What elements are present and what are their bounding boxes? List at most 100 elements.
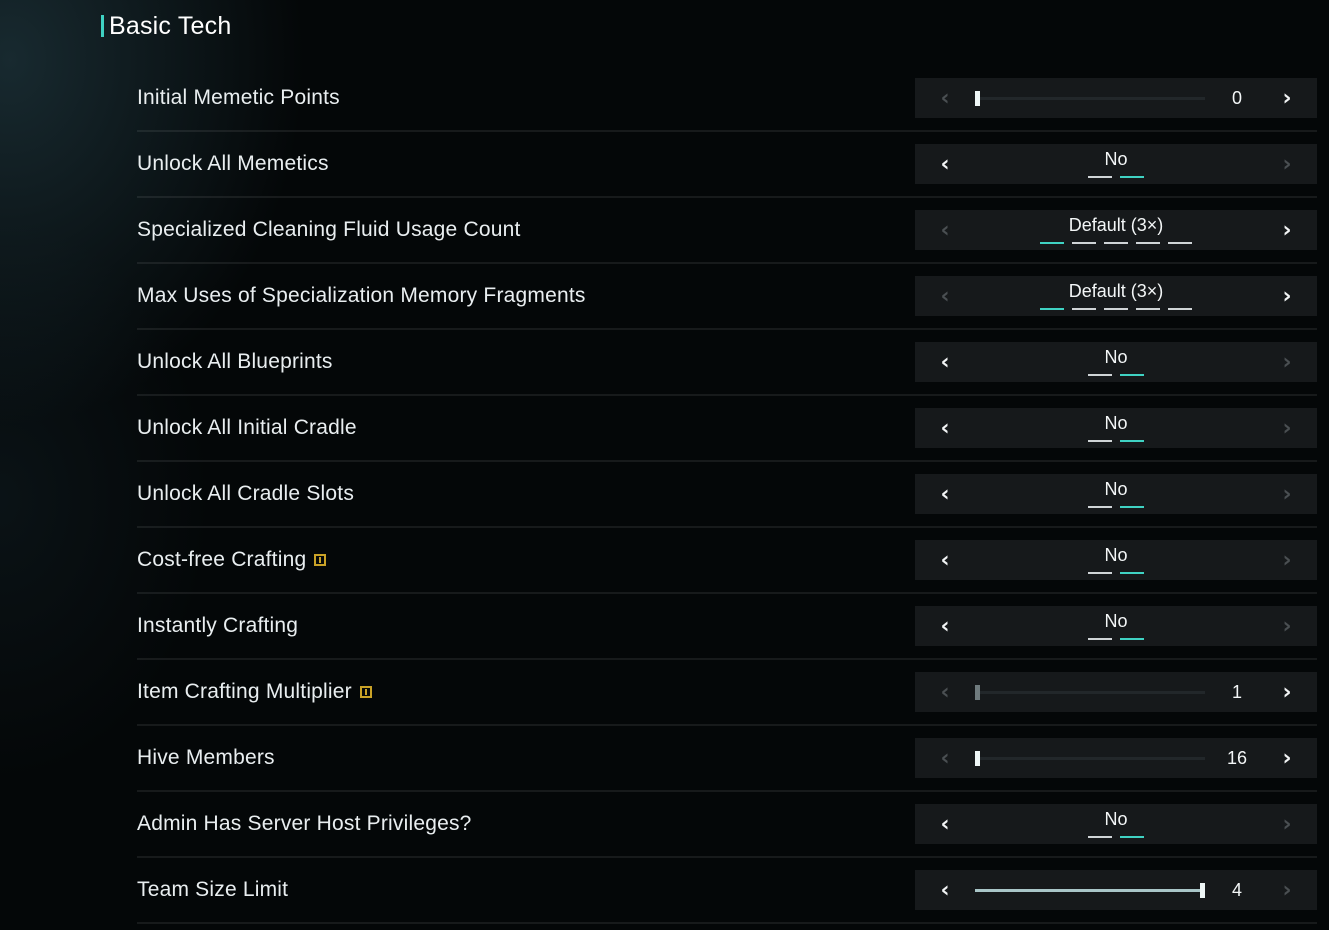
option-selector[interactable]: ‹ › No — [915, 474, 1317, 514]
setting-row: Unlock All Memetics ‹ › No — [137, 132, 1317, 198]
option-indicator — [915, 308, 1317, 310]
option-indicator-dash — [1072, 308, 1096, 310]
setting-row: Instantly Crafting ‹ › No — [137, 594, 1317, 660]
option-selector[interactable]: ‹ › Default (3×) — [915, 276, 1317, 316]
setting-row: Admin Has Server Host Privileges? ‹ › No — [137, 792, 1317, 858]
chevron-left-icon[interactable]: ‹ — [925, 738, 965, 778]
option-indicator-dash — [1040, 242, 1064, 244]
setting-label-text: Admin Has Server Host Privileges? — [137, 812, 472, 835]
slider-thumb[interactable] — [975, 91, 980, 106]
setting-label-text: Team Size Limit — [137, 878, 289, 901]
slider-track[interactable] — [975, 751, 1205, 766]
chevron-right-icon[interactable]: › — [1267, 672, 1307, 712]
setting-label: Unlock All Blueprints — [137, 330, 333, 394]
setting-label: Instantly Crafting — [137, 594, 298, 658]
option-value: Default (3×) — [1068, 281, 1164, 301]
option-indicator-dash — [1120, 176, 1144, 178]
chevron-left-icon[interactable]: ‹ — [925, 78, 965, 118]
option-indicator — [915, 176, 1317, 178]
slider-value: 4 — [1231, 879, 1242, 900]
setting-label: Specialized Cleaning Fluid Usage Count — [137, 198, 521, 262]
slider-fill — [975, 889, 1205, 892]
option-indicator — [915, 242, 1317, 244]
option-selector[interactable]: ‹ › No — [915, 540, 1317, 580]
title-accent-bar — [101, 15, 104, 37]
slider-track[interactable] — [975, 685, 1205, 700]
option-selector[interactable]: ‹ › No — [915, 804, 1317, 844]
slider-track[interactable] — [975, 91, 1205, 106]
slider-thumb[interactable] — [975, 751, 980, 766]
setting-row: Specialized Cleaning Fluid Usage Count ‹ ›… — [137, 198, 1317, 264]
slider-control[interactable]: ‹ › 0 — [915, 78, 1317, 118]
option-indicator-dash — [1120, 506, 1144, 508]
option-indicator-dash — [1104, 308, 1128, 310]
setting-row: Max Uses of Specialization Memory Fragme… — [137, 264, 1317, 330]
setting-label: Unlock All Initial Cradle — [137, 396, 357, 460]
chevron-right-icon[interactable]: › — [1267, 738, 1307, 778]
option-indicator-dash — [1088, 440, 1112, 442]
option-selector[interactable]: ‹ › Default (3×) — [915, 210, 1317, 250]
chevron-right-icon[interactable]: › — [1267, 78, 1307, 118]
slider-value: 16 — [1226, 747, 1248, 768]
option-indicator-dash — [1040, 308, 1064, 310]
slider-value: 1 — [1231, 681, 1242, 702]
setting-label: Unlock All Cradle Slots — [137, 462, 354, 526]
option-indicator — [915, 572, 1317, 574]
info-icon[interactable] — [359, 686, 372, 698]
option-indicator — [915, 374, 1317, 376]
option-value: Default (3×) — [1068, 215, 1164, 235]
setting-row: Initial Memetic Points ‹ › 0 — [137, 66, 1317, 132]
option-indicator-dash — [1120, 572, 1144, 574]
settings-list: Initial Memetic Points ‹ › 0 Unlock All Meme… — [137, 66, 1317, 924]
option-indicator-dash — [1072, 242, 1096, 244]
info-icon[interactable] — [314, 554, 327, 566]
option-value: No — [1104, 545, 1128, 565]
option-selector[interactable]: ‹ › No — [915, 342, 1317, 382]
chevron-right-icon[interactable]: › — [1267, 870, 1307, 910]
option-selector[interactable]: ‹ › No — [915, 606, 1317, 646]
setting-row: Team Size Limit ‹ › 4 — [137, 858, 1317, 924]
setting-label-text: Instantly Crafting — [137, 614, 299, 637]
option-indicator-dash — [1088, 836, 1112, 838]
chevron-left-icon[interactable]: ‹ — [925, 672, 965, 712]
setting-label-text: Specialized Cleaning Fluid Usage Count — [137, 218, 521, 241]
option-indicator-dash — [1136, 242, 1160, 244]
setting-label: Team Size Limit — [137, 858, 288, 922]
slider-control[interactable]: ‹ › 16 — [915, 738, 1317, 778]
slider-thumb[interactable] — [975, 685, 980, 700]
slider-thumb[interactable] — [1200, 883, 1205, 898]
slider-control[interactable]: ‹ › 1 — [915, 672, 1317, 712]
setting-row: Unlock All Blueprints ‹ › No — [137, 330, 1317, 396]
setting-label: Initial Memetic Points — [137, 66, 340, 130]
setting-row: Unlock All Initial Cradle ‹ › No — [137, 396, 1317, 462]
option-indicator-dash — [1088, 374, 1112, 376]
option-indicator — [915, 638, 1317, 640]
chevron-left-icon[interactable]: ‹ — [925, 870, 965, 910]
setting-label: Hive Members — [137, 726, 275, 790]
setting-label: Cost-free Crafting — [137, 528, 327, 592]
option-indicator-dash — [1104, 242, 1128, 244]
option-selector[interactable]: ‹ › No — [915, 408, 1317, 448]
setting-row: Item Crafting Multiplier ‹ › 1 — [137, 660, 1317, 726]
option-value: No — [1104, 347, 1128, 367]
slider-control[interactable]: ‹ › 4 — [915, 870, 1317, 910]
setting-label: Item Crafting Multiplier — [137, 660, 372, 724]
option-selector[interactable]: ‹ › No — [915, 144, 1317, 184]
option-indicator-dash — [1088, 572, 1112, 574]
option-value: No — [1104, 149, 1128, 169]
option-indicator — [915, 506, 1317, 508]
section-title: Basic Tech — [109, 11, 232, 40]
section-header: Basic Tech — [101, 10, 231, 42]
option-indicator-dash — [1120, 638, 1144, 640]
slider-track[interactable] — [975, 883, 1205, 898]
option-indicator-dash — [1136, 308, 1160, 310]
option-indicator-dash — [1168, 242, 1192, 244]
option-indicator-dash — [1088, 506, 1112, 508]
option-value: No — [1104, 611, 1128, 631]
option-indicator-dash — [1088, 176, 1112, 178]
setting-label: Max Uses of Specialization Memory Fragme… — [137, 264, 586, 328]
setting-label: Admin Has Server Host Privileges? — [137, 792, 472, 856]
setting-label-text: Initial Memetic Points — [137, 86, 340, 109]
option-value: No — [1104, 413, 1128, 433]
option-indicator-dash — [1120, 440, 1144, 442]
